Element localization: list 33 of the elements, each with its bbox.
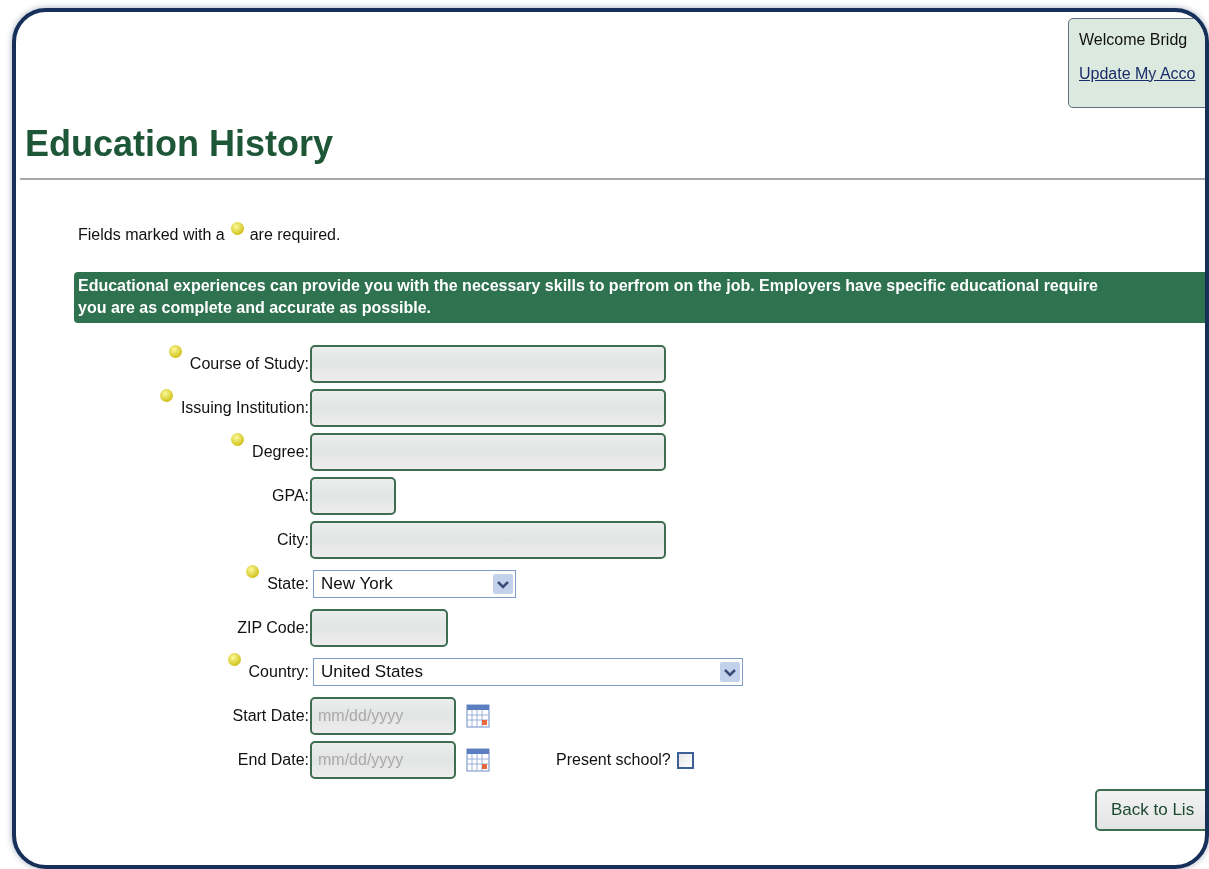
field-label: ZIP Code: [237, 619, 309, 637]
calendar-icon[interactable] [466, 704, 490, 728]
checkbox[interactable] [676, 751, 694, 769]
field-label: Degree: [252, 443, 309, 461]
text-field[interactable] [310, 389, 666, 427]
field-label: Start Date: [232, 707, 309, 725]
field-label: GPA: [271, 487, 309, 505]
field-label: Course of Study: [189, 355, 309, 373]
checkbox-label: Present school? [556, 751, 671, 769]
update-account-link[interactable]: Update My Acco [1079, 65, 1205, 83]
required-note-text: are required. [249, 226, 341, 244]
text-field[interactable] [310, 345, 666, 383]
calendar-icon[interactable] [466, 748, 490, 772]
text-field[interactable] [310, 609, 448, 647]
field-label: City: [277, 531, 309, 549]
back-to-list-button[interactable]: Back to Lis [1095, 789, 1205, 831]
page-title: Education History [25, 122, 334, 166]
chevron-down-icon [720, 662, 740, 682]
dropdown[interactable]: New York [313, 570, 516, 598]
field-label: State: [267, 575, 309, 593]
text-field[interactable] [310, 477, 396, 515]
required-note-text: Fields marked with a [78, 226, 225, 244]
field-label: Country: [248, 663, 309, 681]
welcome-text: Welcome Bridg [1079, 31, 1189, 49]
field-label: Issuing Institution: [180, 399, 309, 417]
banner-text: you are as complete and accurate as possible. [78, 298, 433, 318]
text-field[interactable] [310, 433, 666, 471]
chevron-down-icon [493, 574, 513, 594]
text-field[interactable] [310, 521, 666, 559]
required-dot-icon [230, 222, 244, 235]
banner-text: Educational experiences can provide you with the necessary skills to perfrom on the job. Employers have specific educational require [78, 276, 1099, 296]
dropdown[interactable]: United States [313, 658, 743, 686]
field-label: End Date: [237, 751, 309, 769]
